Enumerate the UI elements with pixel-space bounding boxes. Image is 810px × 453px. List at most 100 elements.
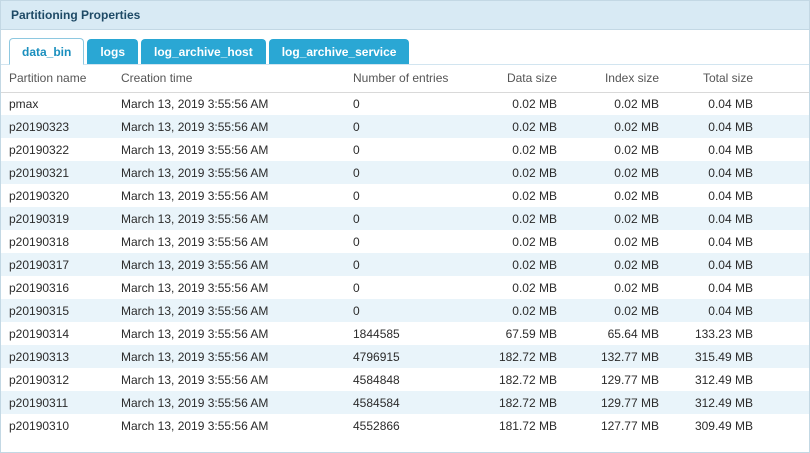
cell-data-size: 181.72 MB [473,414,565,437]
cell-partition-name: p20190320 [1,184,113,207]
cell-data-size: 182.72 MB [473,345,565,368]
cell-number-of-entries: 0 [345,92,473,115]
column-header-number-of-entries: Number of entries [345,65,473,92]
cell-creation-time: March 13, 2019 3:55:56 AM [113,184,345,207]
cell-spacer [761,322,809,345]
cell-data-size: 0.02 MB [473,207,565,230]
cell-total-size: 133.23 MB [667,322,761,345]
cell-number-of-entries: 0 [345,207,473,230]
cell-total-size: 0.04 MB [667,115,761,138]
cell-total-size: 0.04 MB [667,161,761,184]
cell-spacer [761,184,809,207]
cell-index-size: 65.64 MB [565,322,667,345]
cell-number-of-entries: 4584584 [345,391,473,414]
tab-logs[interactable]: logs [87,39,138,64]
cell-number-of-entries: 0 [345,115,473,138]
cell-total-size: 0.04 MB [667,92,761,115]
cell-creation-time: March 13, 2019 3:55:56 AM [113,230,345,253]
cell-partition-name: p20190316 [1,276,113,299]
cell-data-size: 182.72 MB [473,391,565,414]
table-row: p20190322 March 13, 2019 3:55:56 AM 0 0.… [1,138,809,161]
cell-index-size: 132.77 MB [565,345,667,368]
cell-creation-time: March 13, 2019 3:55:56 AM [113,391,345,414]
cell-total-size: 312.49 MB [667,368,761,391]
cell-partition-name: p20190313 [1,345,113,368]
cell-total-size: 0.04 MB [667,184,761,207]
cell-creation-time: March 13, 2019 3:55:56 AM [113,115,345,138]
table-row: p20190314 March 13, 2019 3:55:56 AM 1844… [1,322,809,345]
cell-spacer [761,207,809,230]
cell-index-size: 0.02 MB [565,161,667,184]
cell-creation-time: March 13, 2019 3:55:56 AM [113,92,345,115]
partitioning-properties-panel: Partitioning Properties data_bin logs lo… [0,0,810,453]
cell-partition-name: p20190314 [1,322,113,345]
cell-spacer [761,368,809,391]
cell-number-of-entries: 0 [345,230,473,253]
cell-creation-time: March 13, 2019 3:55:56 AM [113,345,345,368]
cell-index-size: 0.02 MB [565,138,667,161]
cell-total-size: 0.04 MB [667,230,761,253]
cell-index-size: 0.02 MB [565,253,667,276]
cell-partition-name: p20190321 [1,161,113,184]
cell-spacer [761,92,809,115]
cell-partition-name: p20190323 [1,115,113,138]
table-body: pmax March 13, 2019 3:55:56 AM 0 0.02 MB… [1,92,809,437]
table-row: p20190323 March 13, 2019 3:55:56 AM 0 0.… [1,115,809,138]
cell-number-of-entries: 0 [345,299,473,322]
column-header-total-size: Total size [667,65,761,92]
cell-index-size: 0.02 MB [565,115,667,138]
cell-spacer [761,414,809,437]
tab-data-bin[interactable]: data_bin [9,38,84,65]
cell-total-size: 315.49 MB [667,345,761,368]
cell-spacer [761,276,809,299]
table-row: p20190311 March 13, 2019 3:55:56 AM 4584… [1,391,809,414]
cell-partition-name: p20190310 [1,414,113,437]
table-row: p20190313 March 13, 2019 3:55:56 AM 4796… [1,345,809,368]
cell-partition-name: p20190317 [1,253,113,276]
cell-total-size: 0.04 MB [667,276,761,299]
cell-number-of-entries: 0 [345,184,473,207]
partitions-table: Partition name Creation time Number of e… [1,65,809,437]
cell-number-of-entries: 0 [345,138,473,161]
cell-creation-time: March 13, 2019 3:55:56 AM [113,414,345,437]
cell-partition-name: p20190322 [1,138,113,161]
column-header-partition-name: Partition name [1,65,113,92]
cell-data-size: 0.02 MB [473,276,565,299]
cell-creation-time: March 13, 2019 3:55:56 AM [113,207,345,230]
cell-index-size: 0.02 MB [565,276,667,299]
cell-data-size: 0.02 MB [473,253,565,276]
table-row: p20190319 March 13, 2019 3:55:56 AM 0 0.… [1,207,809,230]
cell-number-of-entries: 0 [345,161,473,184]
table-row: p20190312 March 13, 2019 3:55:56 AM 4584… [1,368,809,391]
column-header-index-size: Index size [565,65,667,92]
cell-partition-name: pmax [1,92,113,115]
cell-spacer [761,345,809,368]
cell-index-size: 0.02 MB [565,299,667,322]
tab-log-archive-service[interactable]: log_archive_service [269,39,410,64]
cell-index-size: 127.77 MB [565,414,667,437]
cell-number-of-entries: 4796915 [345,345,473,368]
cell-number-of-entries: 1844585 [345,322,473,345]
cell-spacer [761,115,809,138]
tab-log-archive-host[interactable]: log_archive_host [141,39,266,64]
cell-creation-time: March 13, 2019 3:55:56 AM [113,161,345,184]
cell-total-size: 0.04 MB [667,299,761,322]
panel-header: Partitioning Properties [1,1,809,30]
table-row: p20190316 March 13, 2019 3:55:56 AM 0 0.… [1,276,809,299]
table-row: pmax March 13, 2019 3:55:56 AM 0 0.02 MB… [1,92,809,115]
cell-creation-time: March 13, 2019 3:55:56 AM [113,368,345,391]
cell-total-size: 0.04 MB [667,138,761,161]
cell-partition-name: p20190319 [1,207,113,230]
cell-spacer [761,230,809,253]
cell-creation-time: March 13, 2019 3:55:56 AM [113,299,345,322]
cell-index-size: 129.77 MB [565,368,667,391]
cell-index-size: 0.02 MB [565,230,667,253]
cell-index-size: 129.77 MB [565,391,667,414]
cell-number-of-entries: 4584848 [345,368,473,391]
cell-spacer [761,138,809,161]
cell-number-of-entries: 0 [345,253,473,276]
cell-partition-name: p20190311 [1,391,113,414]
cell-index-size: 0.02 MB [565,92,667,115]
cell-data-size: 0.02 MB [473,138,565,161]
cell-spacer [761,391,809,414]
